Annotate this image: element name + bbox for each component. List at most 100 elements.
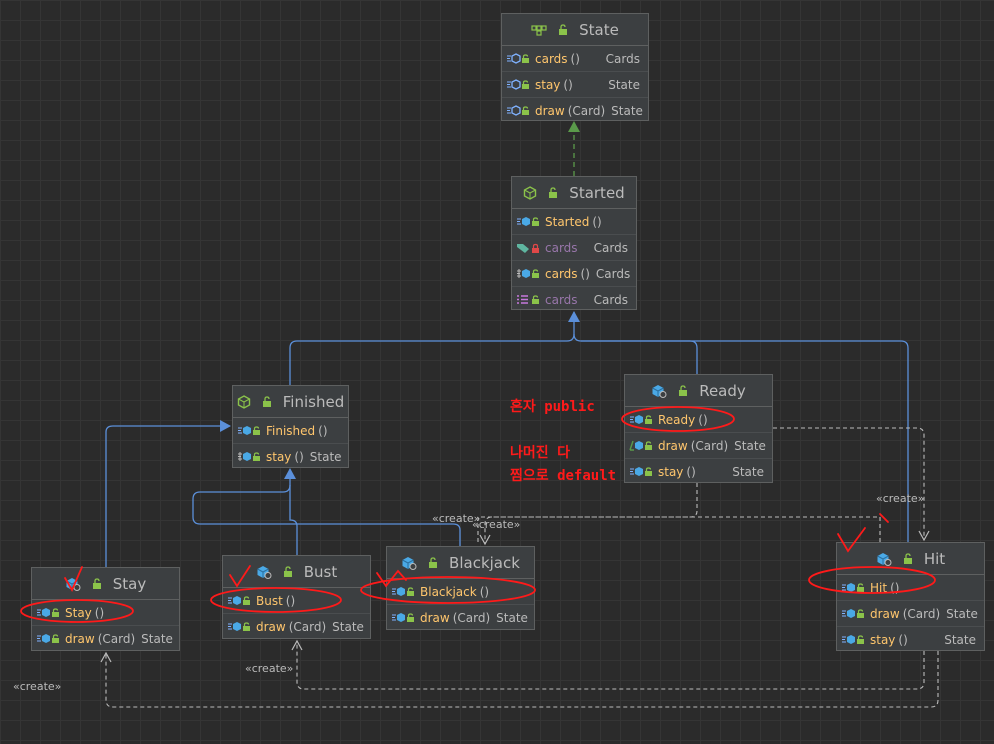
class-stay[interactable]: Stay Stay() draw (Card) State bbox=[31, 567, 180, 651]
member-row[interactable]: cards() Cards bbox=[512, 260, 636, 286]
create-hit-bust bbox=[291, 639, 925, 690]
member-name: Bust bbox=[256, 593, 283, 608]
member-name: draw bbox=[535, 103, 565, 118]
member-row[interactable]: stay() State bbox=[837, 626, 984, 652]
member-name: cards bbox=[545, 240, 578, 255]
member-name: Started bbox=[545, 214, 590, 229]
override-method-icon bbox=[629, 440, 653, 451]
unlock-icon bbox=[262, 396, 272, 407]
member-name: draw bbox=[256, 619, 286, 634]
class-name: Stay bbox=[112, 574, 147, 593]
member-name: cards bbox=[535, 51, 568, 66]
member-row[interactable]: Stay() bbox=[32, 600, 179, 625]
class-bust[interactable]: Bust Bust() draw (Card) State bbox=[222, 555, 371, 639]
unlock-icon bbox=[548, 187, 558, 198]
member-type: Cards bbox=[605, 51, 640, 66]
member-row[interactable]: draw (Card) State bbox=[625, 432, 772, 458]
class-blackjack[interactable]: Blackjack Blackjack() draw (Card) State bbox=[386, 546, 535, 630]
member-params: () bbox=[570, 51, 580, 66]
class-finished[interactable]: Finished Finished() stay() State bbox=[232, 385, 349, 468]
member-type: Cards bbox=[593, 240, 628, 255]
method-icon bbox=[391, 612, 415, 623]
create-ready-hit bbox=[773, 427, 930, 542]
inherit-blackjack-finished bbox=[192, 484, 461, 546]
member-name: stay bbox=[266, 449, 292, 464]
member-row[interactable]: draw (Card) State bbox=[387, 604, 534, 630]
member-row[interactable]: Bust() bbox=[223, 588, 370, 613]
member-type: State bbox=[732, 464, 764, 479]
member-params: () bbox=[686, 464, 696, 479]
class-header: State bbox=[502, 14, 648, 46]
inherit-finished-started bbox=[289, 311, 580, 385]
member-params: () bbox=[898, 632, 908, 647]
create-hit-stay bbox=[100, 651, 939, 708]
implemented-method-icon bbox=[516, 268, 540, 279]
create-label: «create» bbox=[13, 680, 62, 693]
member-type: Cards bbox=[593, 292, 628, 307]
annotation-default: 찜으로 default bbox=[510, 468, 617, 484]
unlock-icon bbox=[903, 553, 913, 564]
member-name: draw bbox=[420, 610, 450, 625]
member-type: State bbox=[946, 606, 978, 621]
member-name: Ready bbox=[658, 412, 696, 427]
class-header: Blackjack bbox=[387, 547, 534, 579]
member-params: () bbox=[318, 423, 328, 438]
member-row[interactable]: draw (Card) State bbox=[502, 97, 648, 123]
class-ready[interactable]: Ready Ready() draw (Card) State stay() St… bbox=[624, 374, 773, 483]
member-row[interactable]: Blackjack() bbox=[387, 579, 534, 604]
class-hit[interactable]: Hit Hit() draw (Card) State stay() State bbox=[836, 542, 985, 651]
member-params: (Card) bbox=[690, 438, 729, 453]
constructor-icon bbox=[629, 414, 653, 425]
member-row[interactable]: Started() bbox=[512, 209, 636, 234]
member-type: State bbox=[611, 103, 643, 118]
class-name: State bbox=[579, 20, 619, 39]
member-row[interactable]: stay() State bbox=[233, 443, 348, 469]
class-started[interactable]: Started Started() cards Cards cards() Ca… bbox=[511, 176, 637, 310]
member-name: stay bbox=[870, 632, 896, 647]
class-name: Ready bbox=[699, 381, 746, 400]
member-name: cards bbox=[545, 292, 578, 307]
member-row[interactable]: Hit() bbox=[837, 575, 984, 600]
class-name: Finished bbox=[282, 392, 345, 411]
member-row[interactable]: stay() State bbox=[502, 71, 648, 97]
member-row[interactable]: cards Cards bbox=[512, 234, 636, 260]
constructor-icon bbox=[391, 586, 415, 597]
member-row[interactable]: draw (Card) State bbox=[32, 625, 179, 651]
member-row[interactable]: draw (Card) State bbox=[223, 613, 370, 639]
class-icon bbox=[65, 577, 81, 591]
member-params: (Card) bbox=[567, 103, 606, 118]
member-params: () bbox=[580, 266, 590, 281]
member-row[interactable]: stay() State bbox=[625, 458, 772, 484]
member-params: (Card) bbox=[902, 606, 941, 621]
member-params: () bbox=[698, 412, 708, 427]
member-name: Stay bbox=[65, 605, 92, 620]
member-params: () bbox=[294, 449, 304, 464]
constructor-icon bbox=[516, 216, 540, 227]
method-icon bbox=[841, 608, 865, 619]
inherit-ready-started bbox=[573, 333, 698, 374]
member-row[interactable]: Ready() bbox=[625, 407, 772, 432]
class-name: Started bbox=[569, 183, 625, 202]
method-icon bbox=[629, 466, 653, 477]
constructor-icon bbox=[841, 582, 865, 593]
member-params: () bbox=[479, 584, 490, 599]
member-row[interactable]: draw (Card) State bbox=[837, 600, 984, 626]
class-state[interactable]: State cards() Cards stay() State draw (Ca… bbox=[501, 13, 649, 121]
abstract-class-icon bbox=[237, 394, 251, 409]
member-type: State bbox=[944, 632, 976, 647]
member-params: (Card) bbox=[452, 610, 491, 625]
member-type: State bbox=[332, 619, 364, 634]
constructor-icon bbox=[237, 425, 261, 436]
create-hit-blackjack bbox=[477, 516, 881, 544]
method-icon bbox=[227, 621, 251, 632]
member-row[interactable]: cards Cards bbox=[512, 286, 636, 312]
class-icon bbox=[401, 556, 417, 570]
method-icon bbox=[36, 633, 60, 644]
implemented-method-icon bbox=[237, 451, 261, 462]
member-name: draw bbox=[65, 631, 95, 646]
constructor-icon bbox=[227, 595, 251, 606]
member-type: State bbox=[141, 631, 173, 646]
member-row[interactable]: cards() Cards bbox=[502, 46, 648, 71]
member-row[interactable]: Finished() bbox=[233, 418, 348, 443]
class-icon bbox=[876, 552, 892, 566]
